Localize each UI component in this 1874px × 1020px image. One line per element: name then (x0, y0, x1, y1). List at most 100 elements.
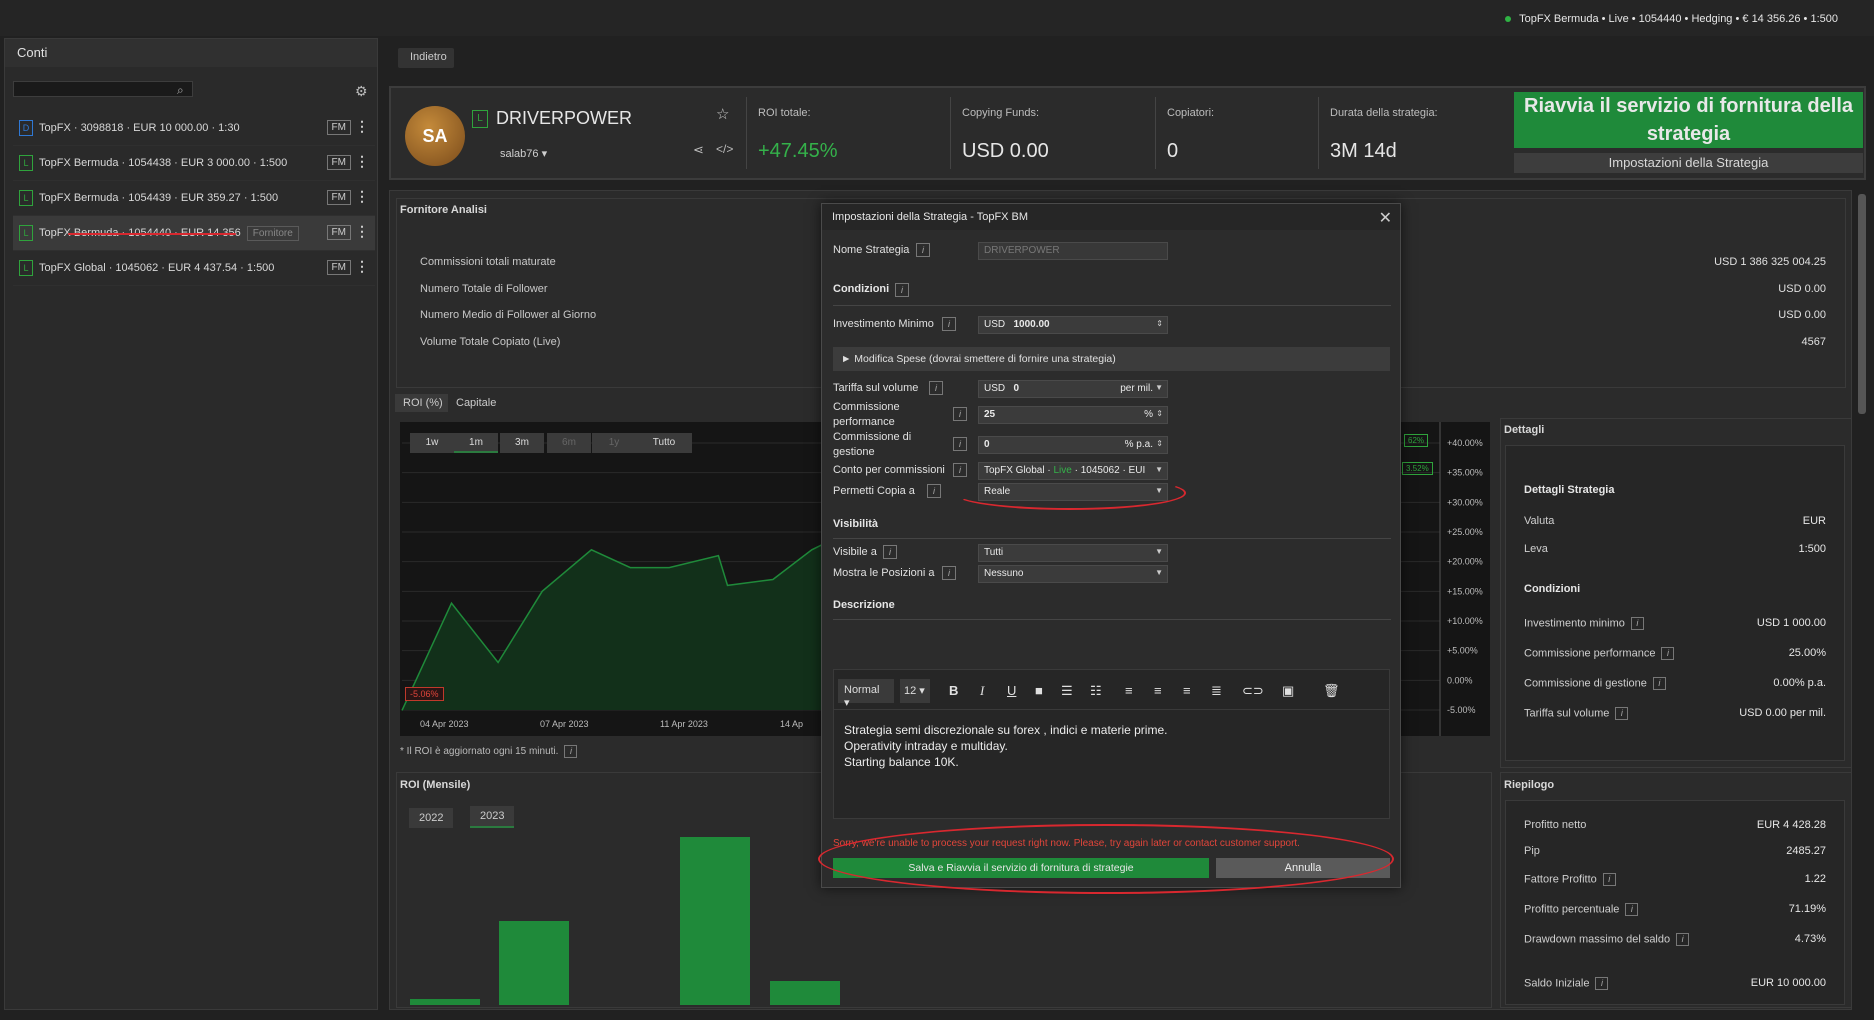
min-investment-field[interactable]: USD 1000.00 ⇕ (978, 316, 1168, 334)
close-icon[interactable]: ✕ (1379, 208, 1392, 228)
range-button[interactable]: 1y (592, 433, 636, 453)
star-icon[interactable]: ☆ (716, 105, 729, 123)
range-button[interactable]: 1w (410, 433, 454, 453)
chevron-down-icon[interactable]: ▼ (1155, 568, 1163, 577)
numbered-list-icon[interactable]: ☷ (1090, 683, 1102, 699)
performance-fee-field[interactable]: 25% ⇕ (978, 406, 1168, 424)
y-tick-label: 0.00% (1447, 675, 1473, 685)
italic-icon[interactable]: I (980, 683, 984, 699)
align-justify-icon[interactable]: ≣ (1211, 683, 1222, 699)
gear-icon[interactable]: ⚙ (355, 83, 368, 100)
chevron-down-icon[interactable]: ▼ (1155, 547, 1163, 556)
fm-button[interactable]: FM (326, 120, 351, 135)
visibilita-section: Visibilità (833, 518, 879, 530)
account-row[interactable]: L TopFX Bermuda · 1054438 · EUR 3 000.00 … (13, 146, 375, 181)
strategy-settings-button[interactable]: Impostazioni della Strategia (1514, 153, 1863, 173)
analisi-title: Fornitore Analisi (400, 204, 487, 216)
strategy-name: DRIVERPOWER (496, 108, 633, 128)
color-icon[interactable]: ■ (1035, 683, 1043, 698)
paragraph-style-select[interactable]: Normal ▾ (838, 679, 894, 709)
info-icon[interactable]: i (953, 437, 967, 451)
range-button[interactable]: 6m (547, 433, 591, 453)
strategy-user-dropdown[interactable]: salab76 ▾ (500, 147, 547, 160)
copying-funds-label: Copying Funds: (962, 107, 1040, 119)
more-options-icon[interactable]: ⋮ (355, 223, 369, 240)
copying-funds-value: USD 0.00 (962, 140, 1049, 162)
info-icon[interactable]: i (927, 484, 941, 498)
image-icon[interactable]: ▣ (1282, 683, 1294, 699)
account-row[interactable]: L TopFX Bermuda · 1054439 · EUR 359.27 · … (13, 181, 375, 216)
info-icon[interactable]: i (1661, 647, 1675, 660)
stepper-icon[interactable]: ⇕ (1156, 439, 1163, 448)
fm-button[interactable]: FM (326, 260, 351, 275)
account-row[interactable]: L TopFX Global · 1045062 · EUR 4 437.54 ·… (13, 251, 375, 286)
scrollbar[interactable] (1858, 194, 1866, 414)
year-tab-2023[interactable]: 2023 (470, 806, 515, 828)
stepper-icon[interactable]: ⇕ (1156, 319, 1163, 328)
account-search-input[interactable] (13, 81, 193, 97)
info-icon[interactable]: i (1625, 903, 1639, 916)
volume-fee-field[interactable]: USD 0 per mil. ▼ (978, 380, 1168, 398)
fm-button[interactable]: FM (326, 155, 351, 170)
descrizione-section: Descrizione (833, 599, 895, 611)
info-icon[interactable]: i (942, 317, 956, 331)
info-icon[interactable]: i (916, 243, 930, 257)
embed-code-icon[interactable]: </> (716, 142, 733, 156)
align-left-icon[interactable]: ≡ (1125, 683, 1133, 698)
more-options-icon[interactable]: ⋮ (355, 188, 369, 205)
stepper-icon[interactable]: ⇕ (1156, 409, 1163, 418)
bold-icon[interactable]: B (949, 683, 958, 698)
align-right-icon[interactable]: ≡ (1183, 683, 1191, 698)
info-icon[interactable]: i (929, 381, 943, 395)
info-icon[interactable]: i (1595, 977, 1609, 990)
link-icon[interactable]: ⊂⊃ (1242, 683, 1264, 699)
info-icon[interactable]: i (883, 545, 897, 559)
info-icon[interactable]: i (1630, 617, 1644, 630)
y-tick-label: +15.00% (1447, 586, 1483, 596)
summary-value: 71.19% (1788, 903, 1826, 915)
info-icon[interactable]: i (1676, 933, 1690, 946)
more-options-icon[interactable]: ⋮ (355, 118, 369, 135)
restart-strategy-button[interactable]: Riavvia il servizio di fornitura della s… (1514, 92, 1863, 148)
management-fee-field[interactable]: 0% p.a. ⇕ (978, 436, 1168, 454)
bullet-list-icon[interactable]: ☰ (1061, 683, 1073, 699)
underline-icon[interactable]: U (1007, 683, 1016, 698)
show-positions-select[interactable]: Nessuno ▼ (978, 565, 1168, 583)
info-icon[interactable]: i (1602, 873, 1616, 886)
modifica-spese-expander[interactable]: ► Modifica Spese (dovrai smettere di for… (833, 347, 1390, 371)
info-icon[interactable]: i (1615, 707, 1629, 720)
align-center-icon[interactable]: ≡ (1154, 683, 1162, 698)
more-options-icon[interactable]: ⋮ (355, 153, 369, 170)
info-icon[interactable]: i (564, 745, 578, 758)
tab-capitale[interactable]: Capitale (448, 394, 505, 412)
description-editor[interactable]: Strategia semi discrezionale su forex , … (833, 709, 1390, 819)
chevron-down-icon[interactable]: ▼ (1155, 465, 1163, 474)
investimento-minimo-label: Investimento Minimo (833, 318, 934, 330)
info-icon[interactable]: i (942, 566, 956, 580)
fm-button[interactable]: FM (326, 190, 351, 205)
account-status[interactable]: TopFX Bermuda • Live • 1054440 • Hedging… (1505, 13, 1838, 25)
account-type-badge: L (19, 225, 33, 241)
chevron-down-icon[interactable]: ▼ (1155, 383, 1163, 392)
range-button[interactable]: 3m (500, 433, 544, 453)
font-size-select[interactable]: 12 ▾ (900, 679, 930, 703)
info-icon[interactable]: i (953, 407, 967, 421)
more-options-icon[interactable]: ⋮ (355, 258, 369, 275)
back-button[interactable]: Indietro (398, 48, 454, 68)
year-tab-2022[interactable]: 2022 (409, 808, 454, 828)
fm-button[interactable]: FM (326, 225, 351, 240)
monthly-bar (410, 999, 480, 1005)
share-icon[interactable]: ⋖ (693, 142, 704, 158)
strategy-name-field[interactable]: DRIVERPOWER (978, 242, 1168, 260)
tab-roi[interactable]: ROI (%) (395, 394, 451, 412)
search-icon[interactable]: ⌕ (177, 83, 184, 98)
account-row[interactable]: D TopFX · 3098818 · EUR 10 000.00 · 1:30 F… (13, 111, 375, 146)
account-label: TopFX · 3098818 · EUR 10 000.00 · 1:30 (39, 122, 240, 134)
visibility-select[interactable]: Tutti ▼ (978, 544, 1168, 562)
info-icon[interactable]: i (953, 463, 967, 477)
range-button[interactable]: 1m (454, 433, 498, 453)
range-button[interactable]: Tutto (636, 433, 692, 453)
delete-icon[interactable]: 🗑 (1323, 683, 1340, 699)
info-icon[interactable]: i (1652, 677, 1666, 690)
info-icon[interactable]: i (895, 283, 909, 297)
